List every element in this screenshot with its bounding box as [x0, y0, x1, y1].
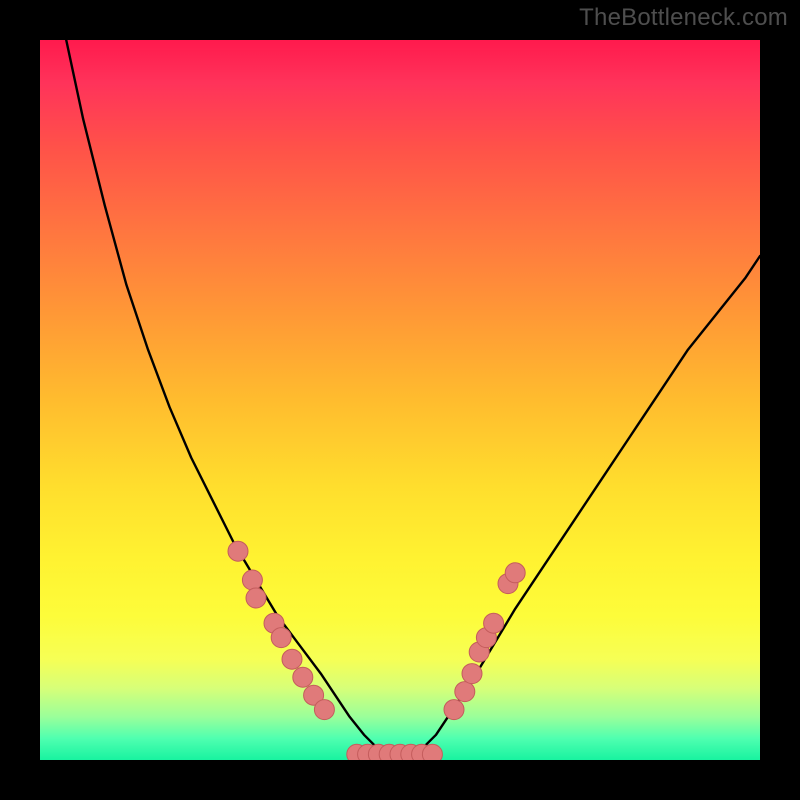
data-marker [293, 667, 313, 687]
data-marker [422, 744, 442, 760]
data-marker [228, 541, 248, 561]
data-marker [462, 664, 482, 684]
data-marker [314, 700, 334, 720]
data-marker [246, 588, 266, 608]
data-marker [484, 613, 504, 633]
data-markers [228, 541, 525, 760]
watermark-text: TheBottleneck.com [579, 4, 788, 32]
chart-svg [40, 40, 760, 760]
data-marker [455, 682, 475, 702]
data-marker [444, 700, 464, 720]
data-marker [505, 563, 525, 583]
data-marker [282, 649, 302, 669]
plot-area [40, 40, 760, 760]
chart-frame: TheBottleneck.com [0, 0, 800, 800]
data-marker [242, 570, 262, 590]
data-marker [271, 628, 291, 648]
bottleneck-curve [40, 40, 760, 756]
